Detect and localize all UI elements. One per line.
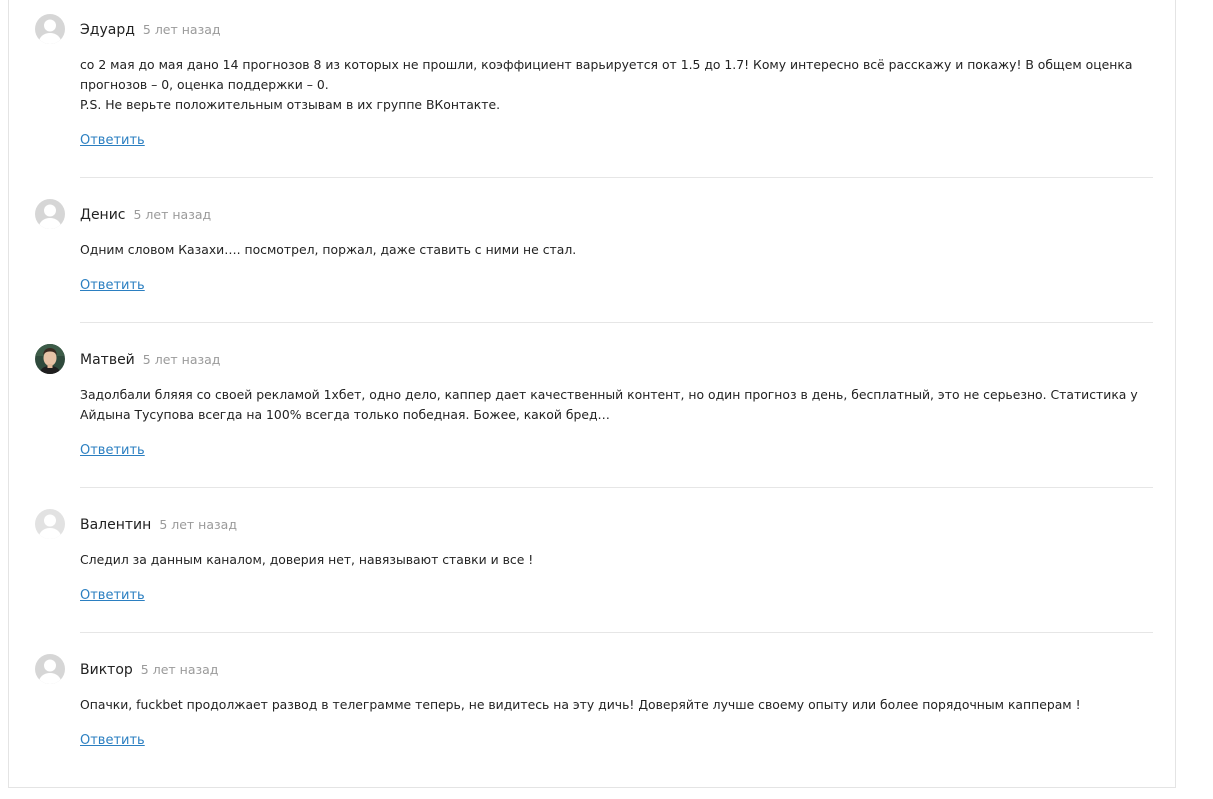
comment-divider	[80, 487, 1153, 488]
comment-text-line: Опачки, fuckbet продолжает развод в теле…	[80, 697, 1081, 712]
comment-author: Виктор	[80, 662, 133, 678]
comment-meta: Матвей 5 лет назад	[80, 350, 220, 369]
comments-panel: Эдуард 5 лет назад со 2 мая до мая дано 1…	[8, 0, 1176, 788]
comment-author: Эдуард	[80, 22, 135, 38]
comment-author: Матвей	[80, 352, 135, 368]
comment-date: 5 лет назад	[140, 662, 219, 677]
user-photo-avatar-icon	[35, 344, 65, 374]
comment-text-line: Задолбали бляяя со своей рекламой 1хбет,…	[80, 387, 1138, 402]
comment-text-line: со 2 мая до мая дано 14 прогнозов 8 из к…	[80, 57, 1133, 72]
comment-text-line: Одним словом Казахи…. посмотрел, поржал,…	[80, 242, 577, 257]
reply-link[interactable]: Ответить	[80, 732, 145, 750]
comment-author: Валентин	[80, 517, 152, 533]
comment-divider	[80, 632, 1153, 633]
comment-date: 5 лет назад	[133, 207, 212, 222]
comment-text: Одним словом Казахи…. посмотрел, поржал,…	[80, 240, 1154, 260]
comment-text-line: P.S. Не верьте положительным отзывам в и…	[80, 97, 501, 112]
default-avatar-icon	[35, 199, 65, 229]
comment-divider	[80, 177, 1153, 178]
reply-link[interactable]: Ответить	[80, 132, 145, 150]
comment-text: Задолбали бляяя со своей рекламой 1хбет,…	[80, 385, 1154, 425]
reply-link[interactable]: Ответить	[80, 587, 145, 605]
comment-date: 5 лет назад	[159, 517, 237, 532]
comment-meta: Денис 5 лет назад	[80, 205, 211, 224]
comment-text: Следил за данным каналом, доверия нет, н…	[80, 550, 1154, 570]
comment-author: Денис	[80, 207, 126, 223]
reply-link[interactable]: Ответить	[80, 277, 145, 295]
comment-divider	[80, 322, 1153, 323]
comment-text: Опачки, fuckbet продолжает развод в теле…	[80, 695, 1154, 715]
comment-text-line: Следил за данным каналом, доверия нет, н…	[80, 552, 534, 567]
default-avatar-icon	[35, 654, 65, 684]
default-avatar-icon	[35, 14, 65, 44]
reply-link[interactable]: Ответить	[80, 442, 145, 460]
comment-meta: Валентин 5 лет назад	[80, 515, 237, 534]
comment-text: со 2 мая до мая дано 14 прогнозов 8 из к…	[80, 55, 1154, 115]
comment-text-line: прогнозов – 0, оценка поддержки – 0.	[80, 77, 329, 92]
comment-meta: Эдуард 5 лет назад	[80, 20, 221, 39]
comment-text-line: Айдына Тусупова всегда на 100% всегда то…	[80, 407, 610, 422]
comment-meta: Виктор 5 лет назад	[80, 660, 218, 679]
default-avatar-icon	[35, 509, 65, 539]
comment-date: 5 лет назад	[142, 352, 221, 367]
comment-date: 5 лет назад	[142, 22, 221, 37]
